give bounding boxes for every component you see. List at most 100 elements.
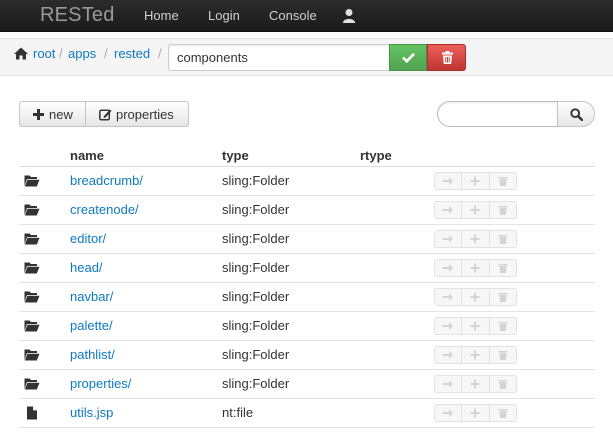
- table-row: palette/sling:Folder: [19, 312, 595, 341]
- folder-icon: [24, 290, 40, 304]
- row-type: sling:Folder: [222, 202, 290, 217]
- row-action-trash-button[interactable]: [490, 405, 516, 421]
- row-type: sling:Folder: [222, 289, 290, 304]
- row-type: sling:Folder: [222, 318, 290, 333]
- new-button-label: new: [49, 107, 73, 122]
- row-action-plus-button[interactable]: [462, 202, 490, 218]
- row-action-plus-button[interactable]: [462, 405, 490, 421]
- row-action-plus-button[interactable]: [462, 289, 490, 305]
- folder-icon: [24, 203, 40, 217]
- row-name-link[interactable]: breadcrumb/: [70, 173, 143, 188]
- folder-icon: [24, 174, 40, 188]
- row-action-trash-button[interactable]: [490, 202, 516, 218]
- nav-console-link[interactable]: Console: [269, 8, 317, 23]
- table-row: utils.jsp nt:file: [19, 399, 595, 428]
- folder-icon: [24, 261, 40, 275]
- file-icon: [26, 406, 42, 420]
- home-icon[interactable]: [14, 47, 28, 61]
- row-action-arrow-right-button[interactable]: [435, 376, 463, 392]
- row-action-plus-button[interactable]: [462, 318, 490, 334]
- breadcrumb-root[interactable]: root: [33, 46, 55, 61]
- row-name-link[interactable]: createnode/: [70, 202, 139, 217]
- row-action-trash-button[interactable]: [490, 289, 516, 305]
- properties-button-label: properties: [116, 107, 174, 122]
- column-header-name[interactable]: name: [70, 148, 104, 163]
- breadcrumb-apps[interactable]: apps: [68, 46, 96, 61]
- path-bar: root / apps / rested /: [0, 38, 613, 76]
- column-header-type[interactable]: type: [222, 148, 249, 163]
- new-button[interactable]: new: [19, 101, 86, 127]
- row-action-group: [434, 346, 517, 364]
- search-input[interactable]: [437, 101, 557, 127]
- row-action-group: [434, 317, 517, 335]
- row-type: sling:Folder: [222, 347, 290, 362]
- row-type: sling:Folder: [222, 231, 290, 246]
- properties-button[interactable]: properties: [86, 101, 189, 127]
- row-action-plus-button[interactable]: [462, 260, 490, 276]
- row-action-trash-button[interactable]: [490, 318, 516, 334]
- row-action-group: [434, 288, 517, 306]
- folder-icon: [24, 319, 40, 333]
- breadcrumb-rested[interactable]: rested: [114, 46, 150, 61]
- row-name-link[interactable]: utils.jsp: [70, 405, 113, 420]
- row-action-trash-button[interactable]: [490, 260, 516, 276]
- row-action-arrow-right-button[interactable]: [435, 405, 463, 421]
- search-button[interactable]: [557, 101, 595, 127]
- row-action-group: [434, 259, 517, 277]
- checkmark-icon: [402, 52, 415, 63]
- folder-icon: [24, 348, 40, 362]
- row-action-arrow-right-button[interactable]: [435, 289, 463, 305]
- row-action-arrow-right-button[interactable]: [435, 231, 463, 247]
- column-header-rtype[interactable]: rtype: [360, 148, 392, 163]
- row-action-arrow-right-button[interactable]: [435, 318, 463, 334]
- table-row: navbar/sling:Folder: [19, 283, 595, 312]
- breadcrumb-separator: /: [158, 46, 162, 61]
- table-row: properties/sling:Folder: [19, 370, 595, 399]
- row-action-arrow-right-button[interactable]: [435, 260, 463, 276]
- user-icon[interactable]: [342, 8, 358, 24]
- row-action-plus-button[interactable]: [462, 376, 490, 392]
- nav-home-link[interactable]: Home: [144, 8, 179, 23]
- row-action-arrow-right-button[interactable]: [435, 202, 463, 218]
- table-row: createnode/sling:Folder: [19, 196, 595, 225]
- nav-login-link[interactable]: Login: [208, 8, 240, 23]
- trash-icon: [442, 51, 453, 64]
- row-type: sling:Folder: [222, 173, 290, 188]
- folder-icon: [24, 377, 40, 391]
- row-name-link[interactable]: navbar/: [70, 289, 113, 304]
- table-row: pathlist/sling:Folder: [19, 341, 595, 370]
- top-navbar: RESTed Home Login Console: [0, 0, 613, 32]
- row-action-trash-button[interactable]: [490, 347, 516, 363]
- row-action-plus-button[interactable]: [462, 173, 490, 189]
- row-action-trash-button[interactable]: [490, 376, 516, 392]
- row-name-link[interactable]: head/: [70, 260, 103, 275]
- breadcrumb-separator: /: [59, 46, 63, 61]
- row-name-link[interactable]: palette/: [70, 318, 113, 333]
- folder-icon: [24, 232, 40, 246]
- confirm-path-button[interactable]: [389, 44, 427, 71]
- brand-logo[interactable]: RESTed: [40, 4, 115, 27]
- row-action-arrow-right-button[interactable]: [435, 173, 463, 189]
- row-name-link[interactable]: properties/: [70, 376, 131, 391]
- row-action-trash-button[interactable]: [490, 173, 516, 189]
- plus-icon: [33, 109, 44, 120]
- edit-icon: [99, 109, 112, 121]
- row-action-group: [434, 404, 517, 422]
- row-action-trash-button[interactable]: [490, 231, 516, 247]
- breadcrumb-separator: /: [104, 46, 108, 61]
- table-row: breadcrumb/sling:Folder: [19, 167, 595, 196]
- row-type: nt:file: [222, 405, 254, 420]
- search-icon: [570, 108, 583, 121]
- path-input[interactable]: [168, 44, 389, 71]
- table-row: editor/sling:Folder: [19, 225, 595, 254]
- delete-path-button[interactable]: [427, 44, 466, 71]
- row-action-group: [434, 375, 517, 393]
- row-action-plus-button[interactable]: [462, 231, 490, 247]
- row-name-link[interactable]: editor/: [70, 231, 106, 246]
- row-action-group: [434, 172, 517, 190]
- row-action-plus-button[interactable]: [462, 347, 490, 363]
- row-action-group: [434, 201, 517, 219]
- row-type: sling:Folder: [222, 376, 290, 391]
- row-name-link[interactable]: pathlist/: [70, 347, 115, 362]
- row-action-arrow-right-button[interactable]: [435, 347, 463, 363]
